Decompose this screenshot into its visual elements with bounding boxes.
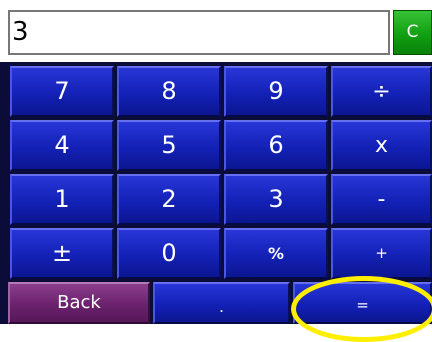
multiply-button[interactable]: x (331, 120, 432, 171)
key-0[interactable]: 0 (117, 228, 221, 279)
key-2[interactable]: 2 (117, 174, 221, 225)
key-9[interactable]: 9 (224, 66, 328, 117)
key-4[interactable]: 4 (10, 120, 114, 171)
key-1[interactable]: 1 (10, 174, 114, 225)
clear-button[interactable]: C (393, 10, 432, 55)
negate-button[interactable]: ± (10, 228, 114, 279)
back-button[interactable]: Back (8, 282, 150, 324)
subtract-button[interactable]: - (331, 174, 432, 225)
key-7[interactable]: 7 (10, 66, 114, 117)
add-button[interactable]: + (331, 228, 432, 279)
equals-button[interactable]: = (293, 282, 432, 324)
divide-button[interactable]: ÷ (331, 66, 432, 117)
key-3[interactable]: 3 (224, 174, 328, 225)
key-5[interactable]: 5 (117, 120, 221, 171)
percent-button[interactable]: % (224, 228, 328, 279)
key-6[interactable]: 6 (224, 120, 328, 171)
decimal-button[interactable]: . (153, 282, 290, 324)
key-8[interactable]: 8 (117, 66, 221, 117)
calculator-display: 3 (8, 10, 390, 55)
